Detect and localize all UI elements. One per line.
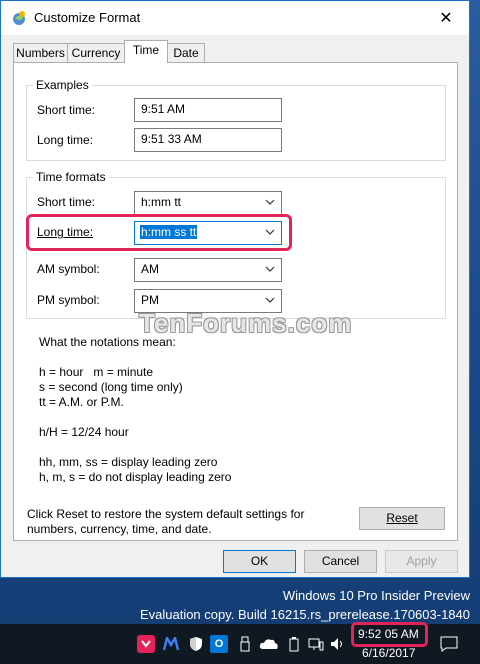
pocket-icon[interactable] bbox=[137, 635, 155, 653]
cancel-button[interactable]: Cancel bbox=[304, 550, 377, 573]
build-watermark-line2: Evaluation copy. Build 16215.rs_prerelea… bbox=[139, 607, 470, 622]
customize-format-dialog: Customize Format ✕ Numbers Currency Time… bbox=[0, 0, 470, 578]
speaker-icon bbox=[331, 638, 342, 650]
tab-numbers[interactable]: Numbers bbox=[13, 43, 68, 62]
ethernet-icon bbox=[308, 638, 324, 651]
long-time-dropdown[interactable]: h:mm ss tt bbox=[134, 221, 282, 245]
chevron-down-icon bbox=[265, 297, 275, 303]
example-short-time-field[interactable]: 9:51 AM bbox=[134, 98, 282, 122]
action-center-icon[interactable] bbox=[438, 635, 460, 653]
time-tab-panel: Examples Short time: 9:51 AM Long time: … bbox=[13, 62, 458, 541]
notification-icon bbox=[440, 636, 458, 652]
reset-button[interactable]: Reset bbox=[359, 507, 445, 530]
title-bar[interactable]: Customize Format ✕ bbox=[1, 1, 469, 35]
region-settings-icon bbox=[13, 11, 25, 25]
close-icon: ✕ bbox=[439, 10, 453, 27]
malwarebytes-icon[interactable] bbox=[162, 635, 180, 653]
apply-button[interactable]: Apply bbox=[385, 550, 458, 573]
examples-legend: Examples bbox=[33, 78, 92, 92]
am-symbol-value: AM bbox=[141, 262, 159, 276]
time-formats-legend: Time formats bbox=[33, 170, 109, 184]
ok-button[interactable]: OK bbox=[223, 550, 296, 573]
network-icon[interactable] bbox=[307, 635, 325, 653]
pocket-glyph-icon bbox=[141, 640, 151, 648]
chevron-down-icon bbox=[265, 229, 275, 235]
time-formats-group: Time formats Short time: h:mm tt Long ti… bbox=[26, 170, 446, 319]
notation-line-4: h/H = 12/24 hour bbox=[39, 425, 129, 439]
example-short-time-label: Short time: bbox=[37, 103, 96, 117]
tab-currency[interactable]: Currency bbox=[67, 43, 125, 62]
notation-line-3: tt = A.M. or P.M. bbox=[39, 395, 124, 409]
build-watermark-line1: Windows 10 Pro Insider Preview bbox=[282, 588, 470, 603]
notation-line-1: h = hour m = minute bbox=[39, 365, 154, 379]
clock-date[interactable]: 6/16/2017 bbox=[362, 646, 415, 660]
close-button[interactable]: ✕ bbox=[429, 5, 463, 31]
chevron-down-icon bbox=[265, 199, 275, 205]
usb-drive-icon[interactable] bbox=[236, 635, 254, 653]
clock-highlight bbox=[351, 622, 428, 647]
pm-symbol-label: PM symbol: bbox=[37, 293, 100, 307]
examples-group: Examples Short time: 9:51 AM Long time: … bbox=[26, 78, 446, 161]
notation-line-2: s = second (long time only) bbox=[39, 380, 183, 394]
battery-icon[interactable] bbox=[285, 635, 303, 653]
long-time-value[interactable]: h:mm ss tt bbox=[140, 225, 198, 239]
shield-icon bbox=[190, 637, 202, 651]
reset-description: Click Reset to restore the system defaul… bbox=[27, 507, 305, 536]
m-glyph-icon bbox=[163, 637, 179, 651]
short-time-label: Short time: bbox=[37, 195, 96, 209]
volume-icon[interactable] bbox=[329, 635, 347, 653]
onedrive-icon[interactable] bbox=[258, 635, 280, 653]
reset-button-label: Reset bbox=[386, 511, 418, 525]
example-long-time-label: Long time: bbox=[37, 133, 94, 147]
power-icon bbox=[289, 637, 299, 652]
outlook-glyph-icon: O bbox=[214, 638, 224, 650]
tab-time[interactable]: Time bbox=[124, 40, 168, 63]
outlook-icon[interactable]: O bbox=[210, 635, 228, 653]
usb-icon bbox=[240, 636, 250, 652]
example-long-time-field[interactable]: 9:51 33 AM bbox=[134, 128, 282, 152]
short-time-value: h:mm tt bbox=[141, 195, 182, 209]
long-time-label: Long time: bbox=[37, 225, 94, 239]
am-symbol-label: AM symbol: bbox=[37, 262, 100, 276]
pm-symbol-value: PM bbox=[141, 293, 159, 307]
dialog-title: Customize Format bbox=[34, 10, 141, 25]
chevron-down-icon bbox=[265, 266, 275, 272]
cloud-icon bbox=[259, 639, 278, 649]
short-time-dropdown[interactable]: h:mm tt bbox=[134, 191, 282, 215]
site-watermark: TenForums.com bbox=[139, 308, 353, 338]
am-symbol-dropdown[interactable]: AM bbox=[134, 258, 282, 282]
tab-date[interactable]: Date bbox=[167, 43, 205, 62]
notation-line-6: h, m, s = do not display leading zero bbox=[39, 470, 232, 484]
defender-shield-icon[interactable] bbox=[187, 635, 205, 653]
notation-line-5: hh, mm, ss = display leading zero bbox=[39, 455, 218, 469]
